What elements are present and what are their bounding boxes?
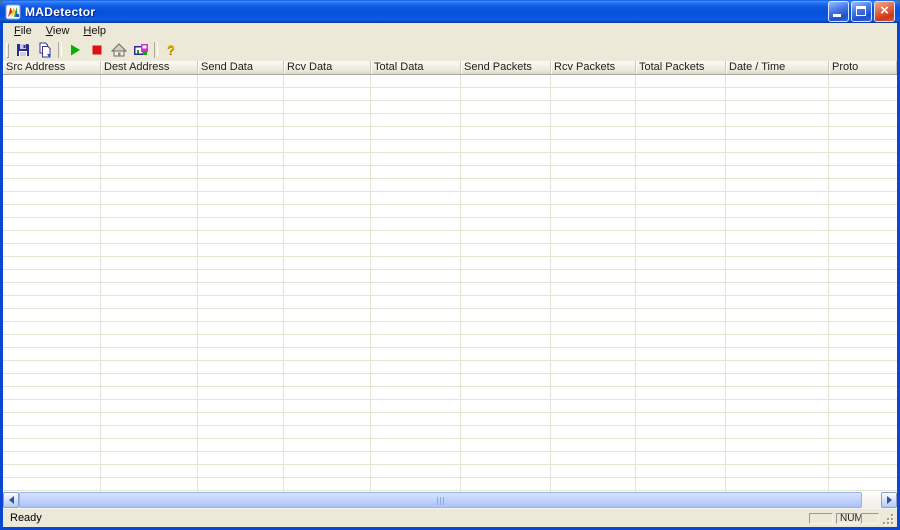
horizontal-scrollbar [3,492,897,508]
column-gridline [370,75,371,492]
toolbar-separator [58,42,62,58]
toolbar: ? [3,39,897,61]
home-icon [111,43,127,57]
app-window: MADetector × File View Help ? Src Addres… [0,0,900,530]
close-icon: × [880,2,889,19]
titlebar[interactable]: MADetector × [0,0,900,23]
menu-file[interactable]: File [7,25,39,38]
copy-icon [39,42,51,58]
client-area: File View Help ? Src Address Dest Addres… [3,23,897,527]
save-icon [17,44,29,56]
column-header-send-data[interactable]: Send Data [198,61,284,74]
copy-button[interactable] [34,40,56,60]
status-indicator-num: NUM [836,512,863,524]
menu-view[interactable]: View [39,25,77,38]
save-button[interactable] [12,40,34,60]
column-gridline [550,75,551,492]
column-header-rcv-data[interactable]: Rcv Data [284,61,371,74]
column-gridline [197,75,198,492]
resize-grip[interactable] [882,513,895,526]
status-message: Ready [10,512,42,524]
scroll-right-icon [886,496,892,504]
start-icon [71,44,80,56]
help-icon: ? [167,42,175,57]
minimize-button[interactable] [828,1,849,22]
chart-icon [134,44,148,55]
maximize-button[interactable] [851,1,872,22]
toolbar-separator [154,42,158,58]
column-gridline [725,75,726,492]
column-header-total-packets[interactable]: Total Packets [636,61,726,74]
menu-bar: File View Help [3,23,897,39]
column-header-dest-address[interactable]: Dest Address [101,61,198,74]
chart-button[interactable] [130,40,152,60]
status-indicator-empty [809,512,833,524]
column-gridline [100,75,101,492]
status-bar: Ready NUM [3,508,897,527]
status-indicator-empty [861,512,879,524]
scroll-left-button[interactable] [3,492,19,508]
start-button[interactable] [64,40,86,60]
stop-button[interactable] [86,40,108,60]
column-gridline [828,75,829,492]
column-header-src-address[interactable]: Src Address [3,61,101,74]
toolbar-gripper[interactable] [6,42,9,58]
column-header-rcv-packets[interactable]: Rcv Packets [551,61,636,74]
close-button[interactable]: × [874,1,895,22]
maximize-icon [856,6,866,16]
list-body[interactable] [3,75,897,492]
minimize-icon [833,14,841,17]
stop-icon [92,45,102,55]
menu-help[interactable]: Help [76,25,113,38]
window-title: MADetector [25,4,96,19]
app-icon [5,4,21,20]
scroll-left-icon [8,496,14,504]
help-button[interactable]: ? [160,40,182,60]
scroll-track[interactable] [19,492,881,508]
column-gridline [635,75,636,492]
scroll-right-button[interactable] [881,492,897,508]
table-header: Src Address Dest Address Send Data Rcv Data… [3,61,897,75]
column-header-total-data[interactable]: Total Data [371,61,461,74]
column-header-proto[interactable]: Proto [829,61,897,74]
column-gridline [460,75,461,492]
column-header-send-packets[interactable]: Send Packets [461,61,551,74]
column-header-date-time[interactable]: Date / Time [726,61,829,74]
scroll-thumb[interactable] [19,492,862,508]
column-gridline [283,75,284,492]
window-controls: × [828,1,895,22]
home-button[interactable] [108,40,130,60]
